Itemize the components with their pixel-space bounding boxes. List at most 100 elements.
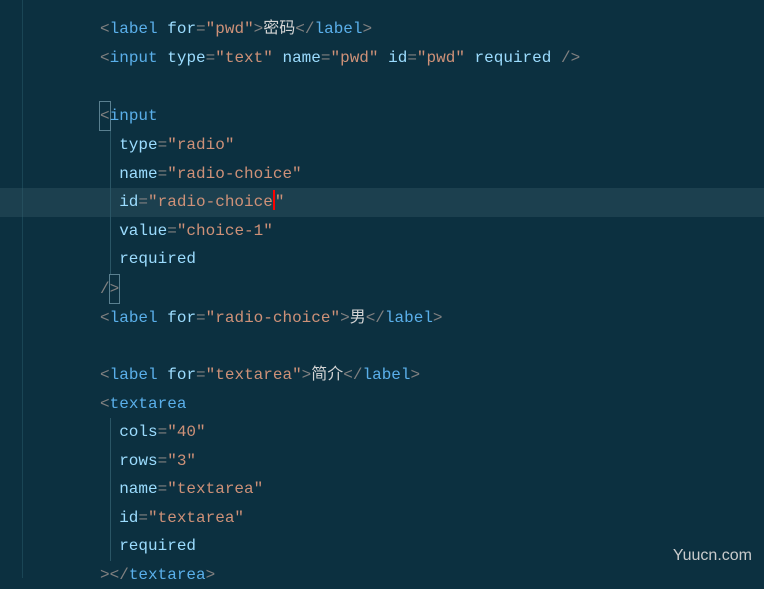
token-bracket: = — [158, 480, 168, 498]
token-bracket: = — [167, 222, 177, 240]
indent-guide — [110, 217, 111, 246]
token-attr: for — [167, 20, 196, 38]
token-bracket: < — [100, 49, 110, 67]
code-line[interactable]: <textarea — [0, 390, 764, 419]
code-line[interactable]: <input — [0, 101, 764, 132]
token-bracket: > — [206, 566, 216, 584]
indent-guide — [110, 188, 111, 217]
token-bracket: > — [363, 20, 373, 38]
token-plain — [158, 309, 168, 327]
token-tag: label — [363, 366, 411, 384]
token-bracket: > — [340, 309, 350, 327]
token-plain — [465, 49, 475, 67]
indent-guide — [110, 475, 111, 504]
token-bracket: /> — [561, 49, 580, 67]
token-content: 男 — [350, 309, 366, 327]
indent-guide — [110, 160, 111, 189]
token-tag: textarea — [110, 395, 187, 413]
token-bracket: </ — [295, 20, 314, 38]
token-tag: label — [110, 20, 158, 38]
token-value: "radio-choice" — [206, 309, 340, 327]
token-bracket: = — [206, 49, 216, 67]
token-value: " — [275, 193, 285, 211]
indent-guide — [110, 131, 111, 160]
token-bracket: > — [433, 309, 443, 327]
token-bracket: = — [196, 309, 206, 327]
token-bracket: = — [138, 193, 148, 211]
token-bracket: = — [196, 20, 206, 38]
token-bracket: = — [158, 165, 168, 183]
token-value: "pwd" — [417, 49, 465, 67]
token-bracket: </ — [343, 366, 362, 384]
code-line[interactable]: required — [0, 245, 764, 274]
code-line[interactable]: id="radio-choice" — [0, 188, 764, 217]
token-value: "radio-choice" — [167, 165, 301, 183]
code-line[interactable]: cols="40" — [0, 418, 764, 447]
token-content: 密码 — [263, 20, 295, 38]
token-attr: required — [119, 250, 196, 268]
indent-guide — [110, 418, 111, 447]
token-bracket: = — [138, 509, 148, 527]
token-attr: id — [119, 509, 138, 527]
token-value: "textarea" — [206, 366, 302, 384]
code-line[interactable]: name="textarea" — [0, 475, 764, 504]
token-value: "textarea" — [148, 509, 244, 527]
token-bracket: < — [100, 107, 110, 125]
token-bracket: = — [407, 49, 417, 67]
code-line[interactable]: type="radio" — [0, 131, 764, 160]
token-attr: for — [167, 309, 196, 327]
token-value: "choice-1" — [177, 222, 273, 240]
code-line[interactable]: <input type="text" name="pwd" id="pwd" r… — [0, 44, 764, 73]
token-attr: value — [119, 222, 167, 240]
token-tag: textarea — [129, 566, 206, 584]
code-line[interactable]: /> — [0, 274, 764, 305]
token-bracket: = — [196, 366, 206, 384]
token-content: 简介 — [311, 366, 343, 384]
code-line[interactable]: name="radio-choice" — [0, 160, 764, 189]
text-cursor — [273, 190, 275, 210]
indent-guide — [110, 245, 111, 274]
token-value: "40" — [167, 423, 205, 441]
indent-guide — [110, 532, 111, 561]
token-tag: input — [110, 107, 158, 125]
token-bracket: > — [254, 20, 264, 38]
token-value: "text" — [215, 49, 273, 67]
token-bracket: < — [100, 366, 110, 384]
token-plain — [158, 49, 168, 67]
token-attr: rows — [119, 452, 157, 470]
token-tag: label — [315, 20, 363, 38]
token-tag: label — [110, 366, 158, 384]
token-value: "radio-choice — [148, 193, 273, 211]
token-bracket: = — [158, 136, 168, 154]
code-line[interactable] — [0, 72, 764, 101]
token-bracket: = — [158, 423, 168, 441]
token-bracket: = — [158, 452, 168, 470]
token-attr: name — [282, 49, 320, 67]
token-bracket: </ — [366, 309, 385, 327]
indent-guide — [110, 447, 111, 476]
token-attr: name — [119, 480, 157, 498]
bracket-match-highlight: > — [109, 274, 121, 305]
code-line[interactable]: rows="3" — [0, 447, 764, 476]
watermark: Yuucn.com — [673, 542, 752, 571]
token-plain — [551, 49, 561, 67]
code-line[interactable]: ></textarea> — [0, 561, 764, 589]
token-attr: name — [119, 165, 157, 183]
token-attr: id — [388, 49, 407, 67]
token-value: "radio" — [167, 136, 234, 154]
token-bracket: > — [110, 280, 120, 298]
code-line[interactable] — [0, 333, 764, 362]
code-line[interactable]: id="textarea" — [0, 504, 764, 533]
code-line[interactable]: <label for="pwd">密码</label> — [0, 15, 764, 44]
code-line[interactable]: value="choice-1" — [0, 217, 764, 246]
token-tag: input — [110, 49, 158, 67]
code-line[interactable]: required — [0, 532, 764, 561]
token-bracket: < — [100, 395, 110, 413]
token-value: "3" — [167, 452, 196, 470]
code-line[interactable]: <label for="textarea">简介</label> — [0, 361, 764, 390]
code-line[interactable]: <label for="radio-choice">男</label> — [0, 304, 764, 333]
token-value: "textarea" — [167, 480, 263, 498]
code-editor[interactable]: <label for="pwd">密码</label><input type="… — [0, 0, 764, 589]
token-bracket: < — [100, 309, 110, 327]
token-plain — [158, 366, 168, 384]
